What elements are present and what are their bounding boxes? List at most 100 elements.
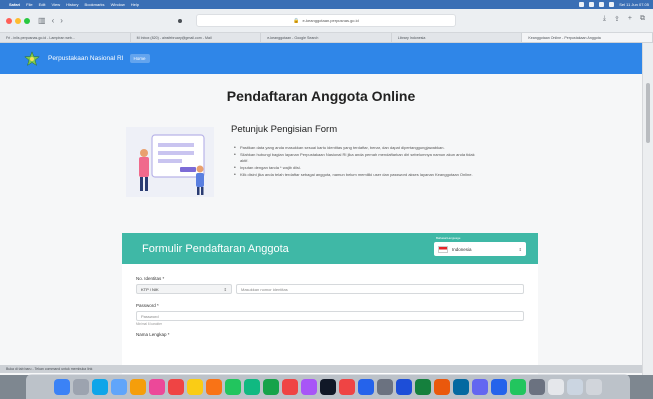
- browser-tab[interactable]: Library Indonesia: [392, 33, 523, 42]
- browser-tab[interactable]: e-keanggotaan - Google Search: [261, 33, 392, 42]
- browser-toolbar: ▥ ‹ › 🔒 e-keanggotaan.perpusnas.go.id ⤓ …: [0, 9, 653, 33]
- launchpad-icon[interactable]: [73, 378, 89, 395]
- site-navbar: Perpustakaan Nasional RI Home: [0, 43, 642, 74]
- forward-icon[interactable]: ›: [60, 16, 63, 25]
- close-window-button[interactable]: [6, 17, 12, 24]
- textedit-icon[interactable]: [548, 378, 564, 395]
- maps-icon[interactable]: [225, 378, 241, 395]
- status-text: Buka di tab baru - Tekan command untuk m…: [6, 367, 93, 371]
- chevron-updown-icon: ⇕: [223, 286, 227, 292]
- browser-tab-active[interactable]: Keanggotaan Online - Perpustakaan Anggot…: [522, 33, 653, 42]
- new-tab-icon[interactable]: +: [628, 15, 632, 23]
- address-bar[interactable]: 🔒 e-keanggotaan.perpusnas.go.id: [196, 14, 456, 27]
- indonesia-flag-icon: [438, 245, 448, 253]
- tab-overview-icon[interactable]: ⧉: [640, 15, 645, 23]
- preview-icon[interactable]: [529, 378, 545, 395]
- news-icon[interactable]: [339, 378, 355, 395]
- id-type-value: KTP / NIK: [141, 286, 159, 292]
- menu-clock[interactable]: Sel 11 Jun 07.05: [619, 2, 649, 7]
- password-hint: Minimal 6 karakter: [136, 322, 163, 326]
- minimize-window-button[interactable]: [15, 17, 21, 24]
- lock-icon: 🔒: [293, 17, 300, 24]
- guide-item[interactable]: Klik disini jika anda telah terdaftar se…: [232, 172, 482, 178]
- language-label: Bahasa/Language: [436, 236, 461, 240]
- share-icon[interactable]: ⇪: [614, 15, 620, 23]
- downloads-icon[interactable]: [567, 378, 583, 395]
- id-number-input[interactable]: Masukkan nomor identitas: [236, 284, 524, 294]
- search-icon[interactable]: [609, 2, 615, 7]
- messages-icon[interactable]: [244, 378, 260, 395]
- guide-item: Silahkan hubungi bagian layanan Perpusta…: [232, 152, 482, 164]
- whatsapp-icon[interactable]: [510, 378, 526, 395]
- site-brand[interactable]: Perpustakaan Nasional RI: [48, 55, 124, 62]
- safari-icon[interactable]: [92, 378, 108, 395]
- menu-item-window[interactable]: Window: [111, 2, 125, 7]
- zoom-window-button[interactable]: [24, 17, 30, 24]
- tv-icon[interactable]: [320, 378, 336, 395]
- finder-icon[interactable]: [54, 378, 70, 395]
- music-icon[interactable]: [282, 378, 298, 395]
- download-icon[interactable]: ⤓: [603, 15, 606, 23]
- menu-item-edit[interactable]: Edit: [39, 2, 46, 7]
- reminders-icon[interactable]: [206, 378, 222, 395]
- guide-title: Petunjuk Pengisian Form: [231, 124, 338, 135]
- wifi-icon[interactable]: [589, 2, 595, 7]
- fullname-label: Nama Lengkap *: [136, 332, 170, 337]
- powerpoint-icon[interactable]: [434, 378, 450, 395]
- browser-tab[interactable]: Fri - inlis.perpusnas.go.id - Lampiran w…: [0, 33, 131, 42]
- status-icon[interactable]: [579, 2, 585, 7]
- notes-icon[interactable]: [187, 378, 203, 395]
- status-menus: Sel 11 Jun 07.05: [579, 2, 649, 7]
- chrome-icon[interactable]: [130, 378, 146, 395]
- browser-status-bar: Buka di tab baru - Tekan command untuk m…: [0, 365, 642, 373]
- address-text: e-keanggotaan.perpusnas.go.id: [302, 18, 359, 23]
- web-page: Perpustakaan Nasional RI Home Pendaftara…: [0, 43, 642, 375]
- podcasts-icon[interactable]: [301, 378, 317, 395]
- mail-icon[interactable]: [111, 378, 127, 395]
- chevron-updown-icon: ⇕: [518, 246, 522, 252]
- perpusnas-logo-icon[interactable]: [24, 50, 40, 67]
- guide-item: Inputan dengan tanda * wajib diisi.: [232, 165, 482, 171]
- form-title: Formulir Pendaftaran Anggota: [142, 242, 289, 255]
- id-type-select[interactable]: KTP / NIK ⇕: [136, 284, 232, 294]
- toolbar-actions: ⤓ ⇪ + ⧉: [603, 15, 645, 23]
- menu-item-history[interactable]: History: [66, 2, 78, 7]
- back-icon[interactable]: ‹: [52, 16, 55, 25]
- password-input[interactable]: Password: [136, 311, 524, 321]
- excel-icon[interactable]: [415, 378, 431, 395]
- menu-item-file[interactable]: File: [26, 2, 32, 7]
- zoom-icon[interactable]: [491, 378, 507, 395]
- privacy-report-icon[interactable]: [178, 19, 182, 23]
- menu-item-view[interactable]: View: [51, 2, 60, 7]
- password-label: Password *: [136, 303, 159, 308]
- tab-bar: Fri - inlis.perpusnas.go.id - Lampiran w…: [0, 33, 653, 43]
- menu-item-safari[interactable]: Safari: [9, 2, 20, 7]
- window-controls: [6, 17, 30, 24]
- menu-item-help[interactable]: Help: [131, 2, 139, 7]
- id-label: No. Identitas *: [136, 276, 165, 281]
- trash-icon[interactable]: [586, 378, 602, 395]
- outlook-icon[interactable]: [453, 378, 469, 395]
- menu-item-bookmarks[interactable]: Bookmarks: [85, 2, 105, 7]
- form-guide-illustration: [126, 127, 214, 197]
- battery-icon[interactable]: [599, 2, 605, 7]
- registration-form-card: Formulir Pendaftaran Anggota Bahasa/Lang…: [122, 233, 538, 375]
- form-header: Formulir Pendaftaran Anggota Bahasa/Lang…: [122, 233, 538, 264]
- scroll-thumb[interactable]: [646, 83, 650, 143]
- photos-icon[interactable]: [149, 378, 165, 395]
- registration-form: No. Identitas * KTP / NIK ⇕ Masukkan nom…: [122, 264, 538, 337]
- appstore-icon[interactable]: [358, 378, 374, 395]
- teams-icon[interactable]: [472, 378, 488, 395]
- nav-home-link[interactable]: Home: [129, 54, 150, 63]
- language-select[interactable]: Indonesia ⇕: [434, 242, 526, 256]
- page-title: Pendaftaran Anggota Online: [226, 88, 416, 104]
- facetime-icon[interactable]: [263, 378, 279, 395]
- settings-icon[interactable]: [377, 378, 393, 395]
- guide-item: Pastikan data yang anda masukkan sesuai …: [232, 145, 482, 151]
- word-icon[interactable]: [396, 378, 412, 395]
- id-row: KTP / NIK ⇕ Masukkan nomor identitas: [136, 284, 524, 294]
- sidebar-toggle-icon[interactable]: ▥: [38, 16, 46, 25]
- calendar-icon[interactable]: [168, 378, 184, 395]
- page-scrollbar[interactable]: [642, 43, 653, 375]
- browser-tab[interactable]: M Inbox (820) - ainsfebruary@gmail.com -…: [131, 33, 262, 42]
